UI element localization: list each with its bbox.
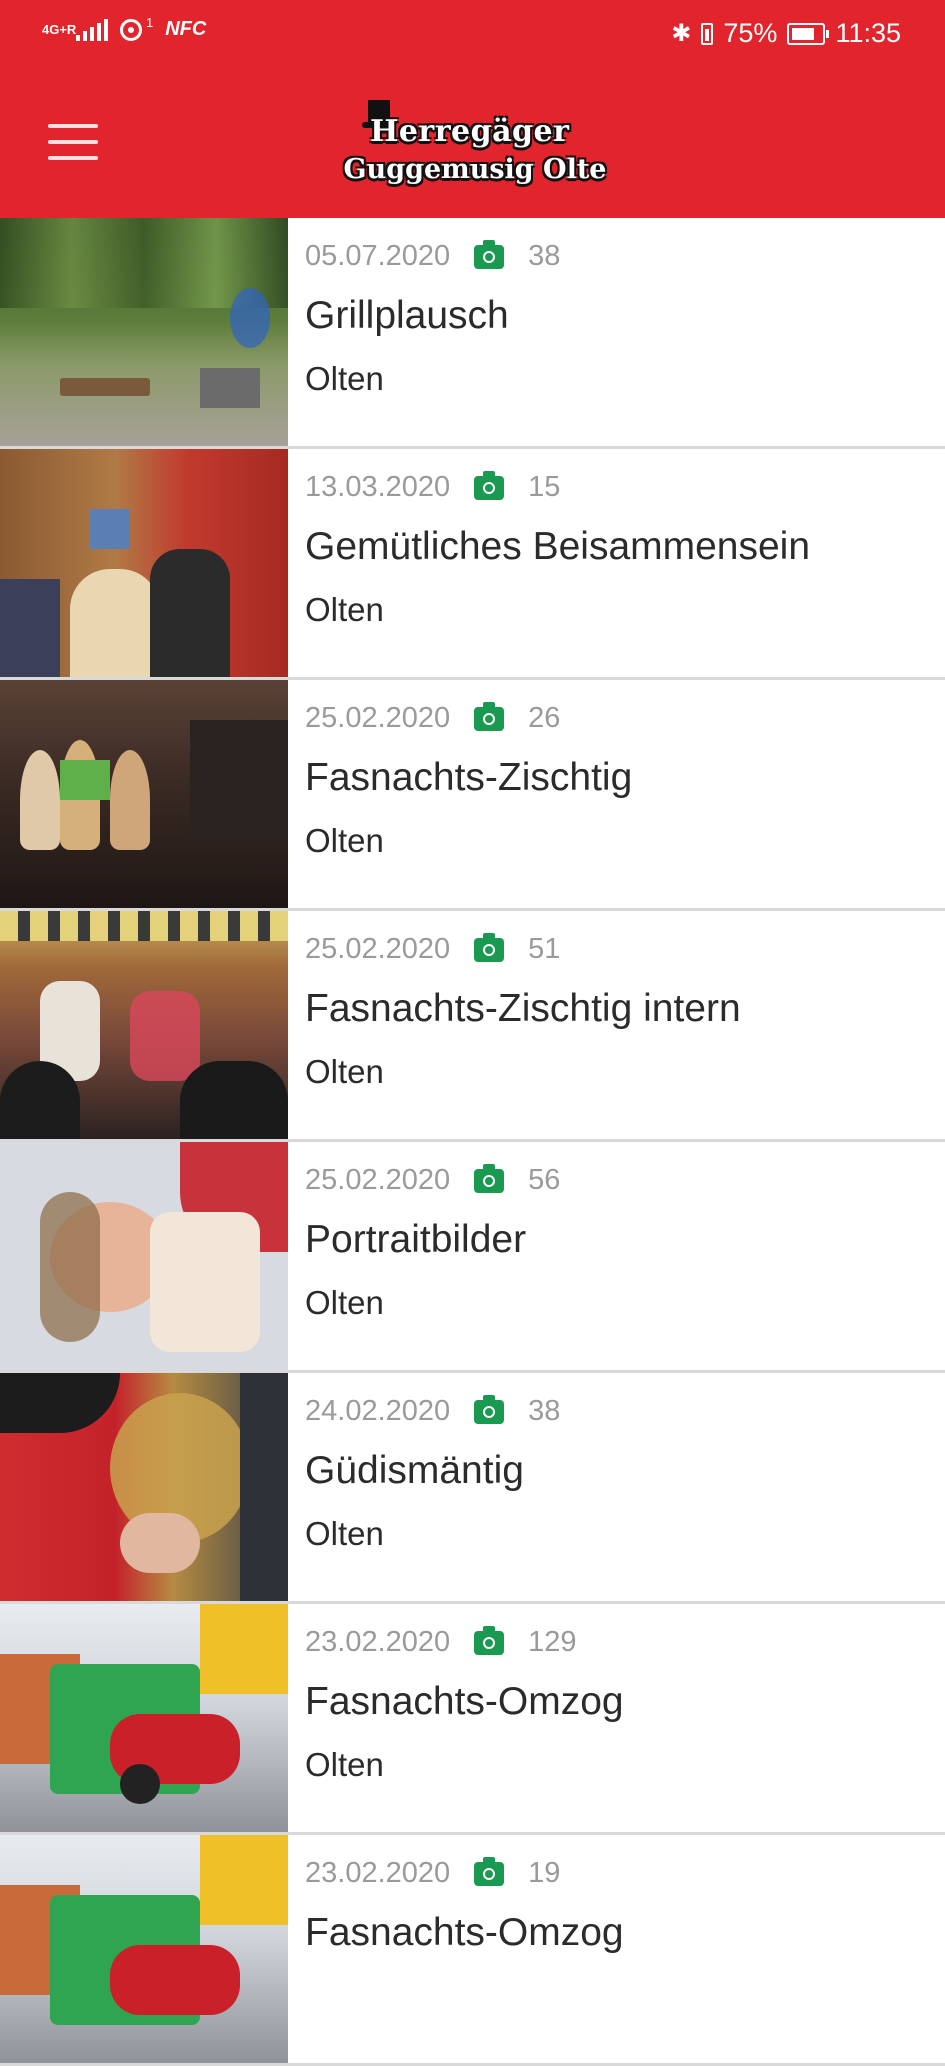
camera-icon (474, 1625, 505, 1655)
hamburger-menu-icon[interactable] (48, 124, 98, 160)
album-date: 25.02.2020 (305, 702, 451, 734)
album-thumbnail (0, 218, 288, 446)
album-location: Olten (305, 1746, 384, 1783)
hotspot-count: 1 (146, 15, 154, 30)
photo-count: 26 (528, 702, 561, 734)
album-item[interactable]: 25.02.2020 56 Portraitbilder Olten (0, 1142, 945, 1373)
device-battery-icon (701, 22, 714, 45)
photo-count: 19 (528, 1857, 561, 1889)
album-title: Fasnachts-Zischtig (305, 756, 633, 799)
status-bar: 4G+R 1 NFC ✱ 75% 11:35 (0, 0, 945, 70)
album-location: Olten (305, 1284, 384, 1321)
album-date: 23.02.2020 (305, 1626, 451, 1658)
camera-icon (474, 1394, 505, 1424)
album-thumbnail (0, 680, 288, 908)
album-location: Olten (305, 360, 384, 397)
bluetooth-icon: ✱ (671, 20, 692, 47)
album-location: Olten (305, 822, 384, 859)
signal-icon (76, 18, 108, 41)
photo-count: 38 (528, 1395, 561, 1427)
camera-icon (474, 1856, 505, 1886)
album-item[interactable]: 05.07.2020 38 Grillplausch Olten (0, 218, 945, 449)
photo-count: 38 (528, 240, 561, 272)
album-date: 25.02.2020 (305, 933, 451, 965)
album-item[interactable]: 23.02.2020 129 Fasnachts-Omzog Olten (0, 1604, 945, 1835)
album-thumbnail (0, 1604, 288, 1832)
camera-icon (474, 701, 505, 731)
album-thumbnail (0, 1142, 288, 1370)
battery-charging-icon (787, 22, 830, 45)
album-list: 05.07.2020 38 Grillplausch Olten 13.03.2… (0, 218, 945, 2066)
album-thumbnail (0, 911, 288, 1139)
hotspot-icon (120, 18, 142, 41)
album-title: Fasnachts-Zischtig intern (305, 987, 741, 1030)
album-location: Olten (305, 591, 384, 628)
album-item[interactable]: 25.02.2020 51 Fasnachts-Zischtig intern … (0, 911, 945, 1142)
photo-count: 129 (528, 1626, 577, 1658)
album-thumbnail (0, 449, 288, 677)
album-date: 13.03.2020 (305, 471, 451, 503)
camera-icon (474, 932, 505, 962)
nfc-icon: NFC (165, 18, 207, 40)
logo-line-2: Guggemusig Olte (343, 154, 607, 185)
album-date: 23.02.2020 (305, 1857, 451, 1889)
album-item[interactable]: 25.02.2020 26 Fasnachts-Zischtig Olten (0, 680, 945, 911)
clock: 11:35 (835, 18, 901, 48)
app-logo: Herregäger Guggemusig Olte (340, 98, 610, 194)
camera-icon (474, 470, 505, 500)
network-type: 4G+R (42, 21, 77, 37)
album-item[interactable]: 23.02.2020 19 Fasnachts-Omzog (0, 1835, 945, 2066)
album-title: Fasnachts-Omzog (305, 1680, 624, 1723)
photo-count: 56 (528, 1164, 561, 1196)
album-thumbnail (0, 1835, 288, 2063)
album-location: Olten (305, 1515, 384, 1552)
logo-line-1: Herregäger (370, 114, 570, 149)
album-title: Fasnachts-Omzog (305, 1911, 624, 1954)
album-item[interactable]: 13.03.2020 15 Gemütliches Beisammensein … (0, 449, 945, 680)
photo-count: 15 (528, 471, 561, 503)
album-title: Gemütliches Beisammensein (305, 525, 811, 568)
album-title: Güdismäntig (305, 1449, 524, 1492)
camera-icon (474, 239, 505, 269)
app-header: 4G+R 1 NFC ✱ 75% 11:35 Herregäger Guggem… (0, 0, 945, 218)
album-location: Olten (305, 1053, 384, 1090)
photo-count: 51 (528, 933, 561, 965)
album-date: 05.07.2020 (305, 240, 451, 272)
album-title: Portraitbilder (305, 1218, 527, 1261)
album-thumbnail (0, 1373, 288, 1601)
camera-icon (474, 1163, 505, 1193)
album-title: Grillplausch (305, 294, 509, 337)
album-date: 25.02.2020 (305, 1164, 451, 1196)
battery-percent: 75% (723, 18, 778, 48)
album-item[interactable]: 24.02.2020 38 Güdismäntig Olten (0, 1373, 945, 1604)
album-date: 24.02.2020 (305, 1395, 451, 1427)
